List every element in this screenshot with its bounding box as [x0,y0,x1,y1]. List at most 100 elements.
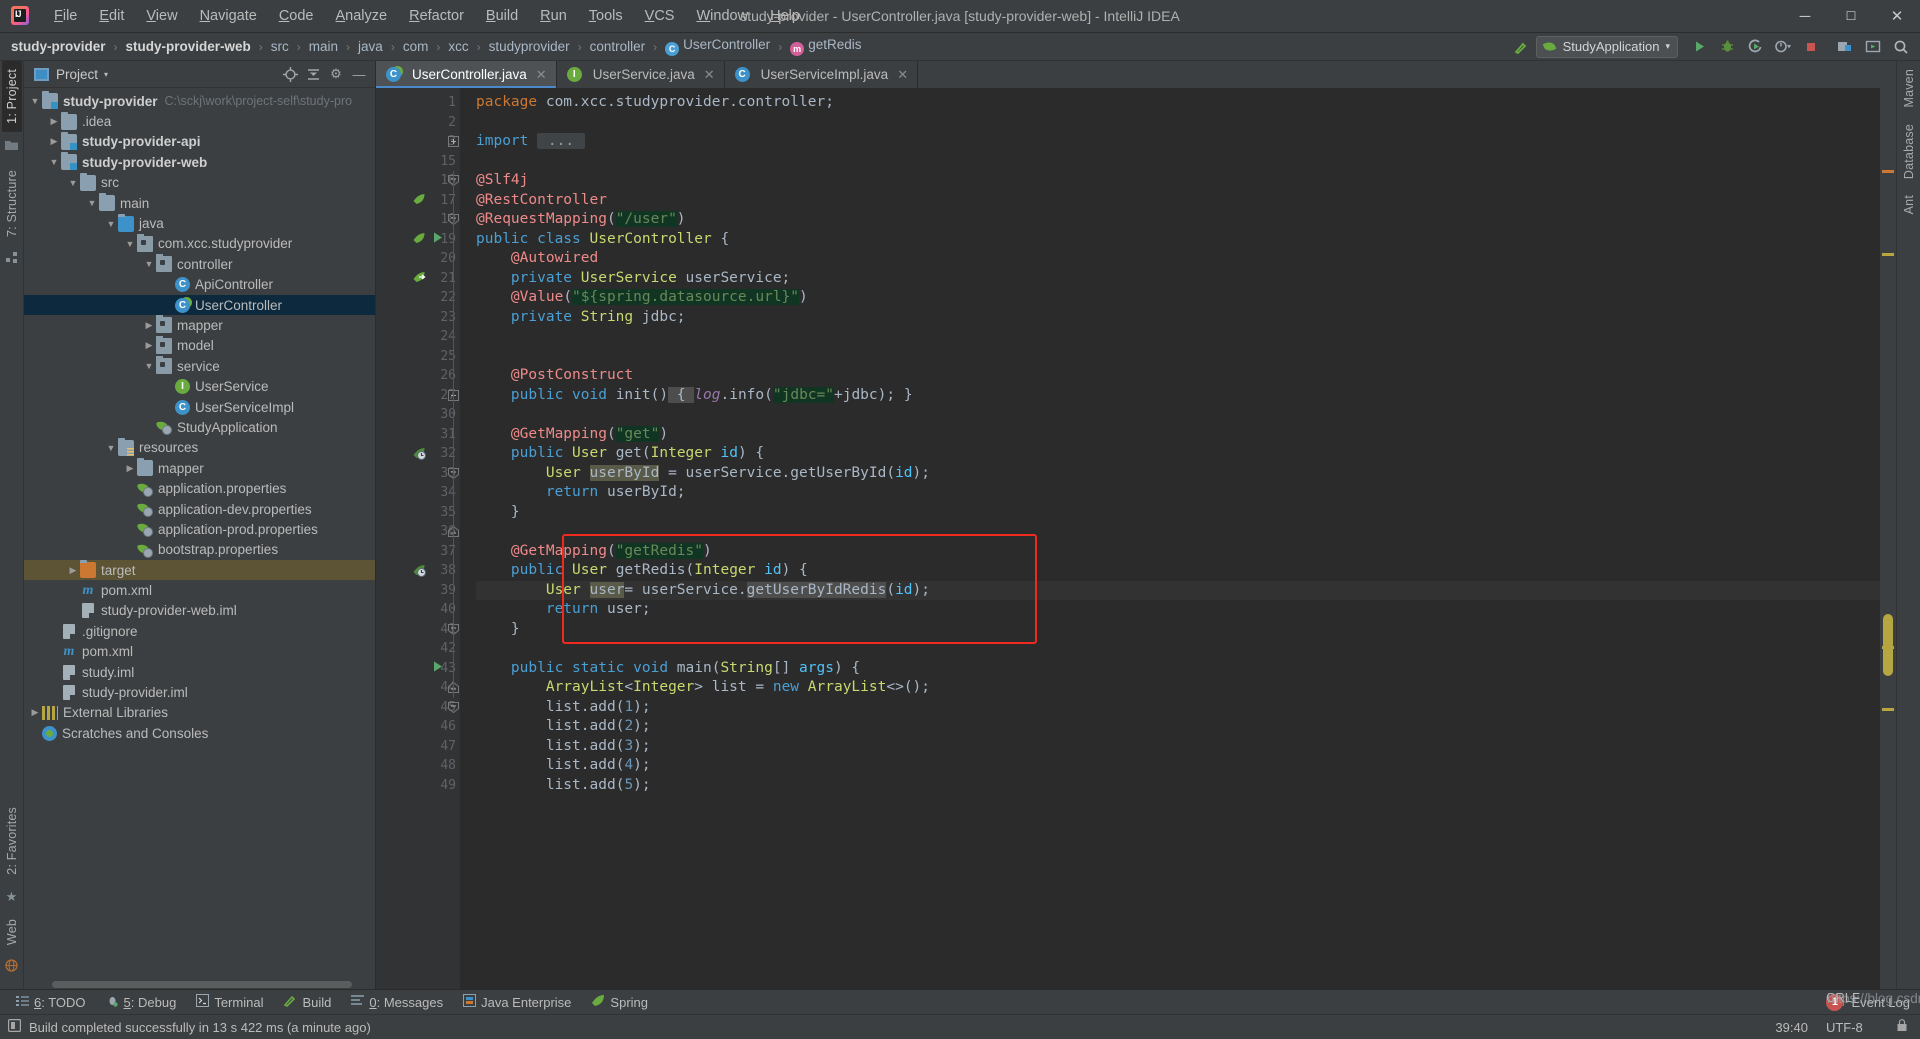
breadcrumb-item-main[interactable]: main [306,38,341,55]
caret-position[interactable]: 39:40 [1775,1020,1808,1035]
code-line-45[interactable]: list.add(1); [476,698,1880,718]
tree-expand-arrow[interactable]: ▶ [142,340,156,351]
code-line-37[interactable]: @GetMapping("getRedis") [476,542,1880,562]
search-everywhere-icon[interactable] [1888,35,1914,59]
code-line-17[interactable]: @RestController [476,191,1880,211]
tree-node-bootstrap-properties[interactable]: ▶ bootstrap.properties [24,540,375,560]
code-line-23[interactable]: private String jdbc; [476,308,1880,328]
run-gutter-icon[interactable] [431,231,447,247]
gutter-line-26[interactable]: 26 [376,366,460,386]
gutter-line-1[interactable]: 1 [376,93,460,113]
sidebar-item-structure[interactable]: 7: Structure [2,162,22,245]
tree-node-studyapplication[interactable]: ▶ StudyApplication [24,417,375,437]
code-line-22[interactable]: @Value("${spring.datasource.url}") [476,288,1880,308]
spring-bean-icon[interactable] [412,231,428,247]
lock-icon[interactable] [1896,1019,1908,1035]
tree-expand-arrow[interactable]: ▼ [66,178,80,188]
code-line-47[interactable]: list.add(3); [476,737,1880,757]
sidebar-item-ant[interactable]: Ant [1899,187,1919,222]
editor-scrollbar[interactable] [1880,88,1896,989]
menu-edit[interactable]: Edit [88,4,135,28]
tree-expand-arrow[interactable]: ▶ [142,422,156,433]
code-line-20[interactable]: @Autowired [476,249,1880,269]
editor-tabs[interactable]: C UserController.java ✕ I UserService.java ✕ C… [376,61,1896,88]
gutter-line-40[interactable]: 40 [376,600,460,620]
tree-expand-arrow[interactable]: ▶ [123,504,137,515]
editor-tab-userservice-java[interactable]: I UserService.java ✕ [557,61,725,88]
code-line-15[interactable] [476,152,1880,172]
spring-mapping-icon[interactable] [412,446,428,462]
code-line-34[interactable]: return userById; [476,483,1880,503]
code-line-19[interactable]: public class UserController { [476,230,1880,250]
code-line-32[interactable]: public User get(Integer id) { [476,444,1880,464]
tree-node-controller[interactable]: ▼ controller [24,254,375,274]
tree-expand-arrow[interactable]: ▶ [47,116,61,127]
code-line-18[interactable]: @RequestMapping("/user") [476,210,1880,230]
tree-expand-arrow[interactable]: ▶ [142,320,156,331]
tree-node-study-provider-iml[interactable]: ▶ study-provider.iml [24,682,375,702]
gutter-line-32[interactable]: 32 [376,444,460,464]
tree-expand-arrow[interactable]: ▶ [28,707,42,718]
menu-build[interactable]: Build [475,4,529,28]
breadcrumb-item-usercontroller[interactable]: C UserController [662,36,773,57]
tree-expand-arrow[interactable]: ▶ [123,544,137,555]
breadcrumb-item-java[interactable]: java [355,38,386,55]
tree-expand-arrow[interactable]: ▶ [161,300,175,311]
tree-expand-arrow[interactable]: ▶ [28,728,42,739]
code-line-30[interactable] [476,405,1880,425]
tree-node-apicontroller[interactable]: ▶C ApiController [24,275,375,295]
tree-node-application-prod-properties[interactable]: ▶ application-prod.properties [24,519,375,539]
menu-file[interactable]: File [43,4,88,28]
code-line-3[interactable]: import ... [476,132,1880,152]
breadcrumb-item-getredis[interactable]: m getRedis [787,36,864,57]
update-project-icon[interactable] [1860,35,1886,59]
code-line-39[interactable]: User user= userService.getUserByIdRedis(… [476,580,1880,600]
menu-view[interactable]: View [135,4,188,28]
breadcrumb-item-xcc[interactable]: xcc [445,38,471,55]
close-icon[interactable]: ✕ [897,67,908,83]
gutter-line-31[interactable]: 31 [376,425,460,445]
code-line-46[interactable]: list.add(2); [476,717,1880,737]
breadcrumb-item-study-provider[interactable]: study-provider [8,38,109,55]
tree-node-java[interactable]: ▼ java [24,213,375,233]
tree-node-userserviceimpl[interactable]: ▶C UserServiceImpl [24,397,375,417]
tree-node-mapper[interactable]: ▶ mapper [24,315,375,335]
project-structure-icon[interactable] [1832,35,1858,59]
menu-refactor[interactable]: Refactor [398,4,475,28]
editor-tab-userserviceimpl-java[interactable]: C UserServiceImpl.java ✕ [725,61,919,88]
sidebar-item-project[interactable]: 1: Project [1,61,22,132]
tree-expand-arrow[interactable]: ▶ [123,524,137,535]
tree-node-model[interactable]: ▶ model [24,335,375,356]
gutter-line-39[interactable]: 39 [376,581,460,601]
fold-marker[interactable] [448,701,459,713]
code-line-2[interactable] [476,113,1880,133]
tool-window-5-debug[interactable]: 5: Debug [96,992,187,1012]
tree-node-mapper[interactable]: ▶ mapper [24,458,375,478]
code-line-38[interactable]: public User getRedis(Integer id) { [476,561,1880,581]
gutter-line-37[interactable]: 37 [376,542,460,562]
gutter-line-38[interactable]: 38 [376,561,460,581]
menu-tools[interactable]: Tools [578,4,634,28]
tree-expand-arrow[interactable]: ▼ [85,198,99,208]
menu-help[interactable]: Help [759,4,811,28]
tree-expand-arrow[interactable]: ▼ [104,219,118,229]
gutter-line-30[interactable]: 30 [376,405,460,425]
run-configuration-selector[interactable]: StudyApplication ▾ [1535,35,1678,58]
profiler-icon[interactable] [1770,35,1796,59]
tree-expand-arrow[interactable]: ▶ [47,646,61,657]
menu-bar[interactable]: File Edit View Navigate Code Analyze Refactor B… [43,4,811,28]
menu-analyze[interactable]: Analyze [325,4,399,28]
tool-window-java-enterprise[interactable]: Java Enterprise [453,992,581,1012]
code-viewport[interactable]: package com.xcc.studyprovider.controller… [460,88,1880,989]
build-hammer-icon[interactable] [1508,35,1534,59]
breadcrumb-item-src[interactable]: src [268,38,292,55]
collapse-all-icon[interactable] [303,64,323,84]
tool-window-6-todo[interactable]: 6: TODO [6,992,96,1012]
tree-node-external-libraries[interactable]: ▶ External Libraries [24,703,375,723]
tree-expand-arrow[interactable]: ▼ [142,361,156,371]
locate-icon[interactable] [280,64,300,84]
tree-expand-arrow[interactable]: ▶ [66,565,80,576]
tree-node-resources[interactable]: ▼ resources [24,437,375,458]
sidebar-item-database[interactable]: Database [1899,116,1919,187]
tree-expand-arrow[interactable]: ▶ [123,463,137,474]
